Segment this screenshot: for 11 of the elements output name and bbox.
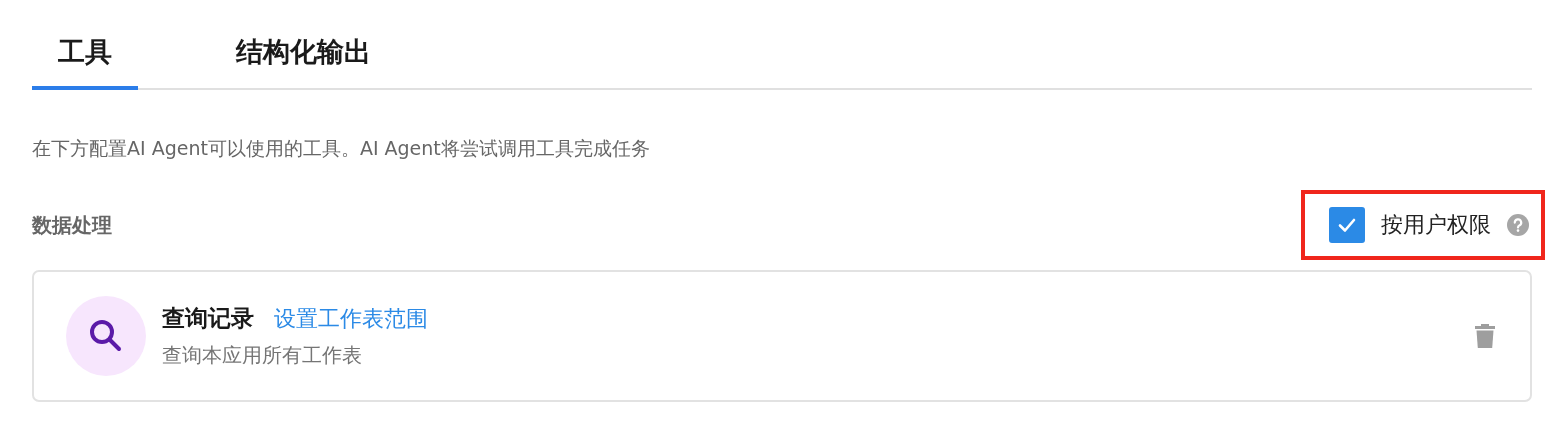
tool-description: 查询本应用所有工作表 xyxy=(162,342,363,369)
description-text: 在下方配置AI Agent可以使用的工具。AI Agent将尝试调用工具完成任务 xyxy=(32,136,651,161)
tab[interactable]: 工具 xyxy=(32,0,138,90)
help-icon[interactable] xyxy=(1507,214,1529,236)
section-title: 数据处理 xyxy=(32,211,112,239)
scope-link[interactable]: 设置工作表范围 xyxy=(274,304,428,334)
checkbox[interactable] xyxy=(1329,207,1365,243)
checkbox-label: 按用户权限 xyxy=(1381,211,1491,239)
delete-icon[interactable] xyxy=(1474,323,1496,349)
tool-name: 查询记录 xyxy=(162,304,254,333)
tab[interactable]: 结构化输出 xyxy=(210,0,397,90)
